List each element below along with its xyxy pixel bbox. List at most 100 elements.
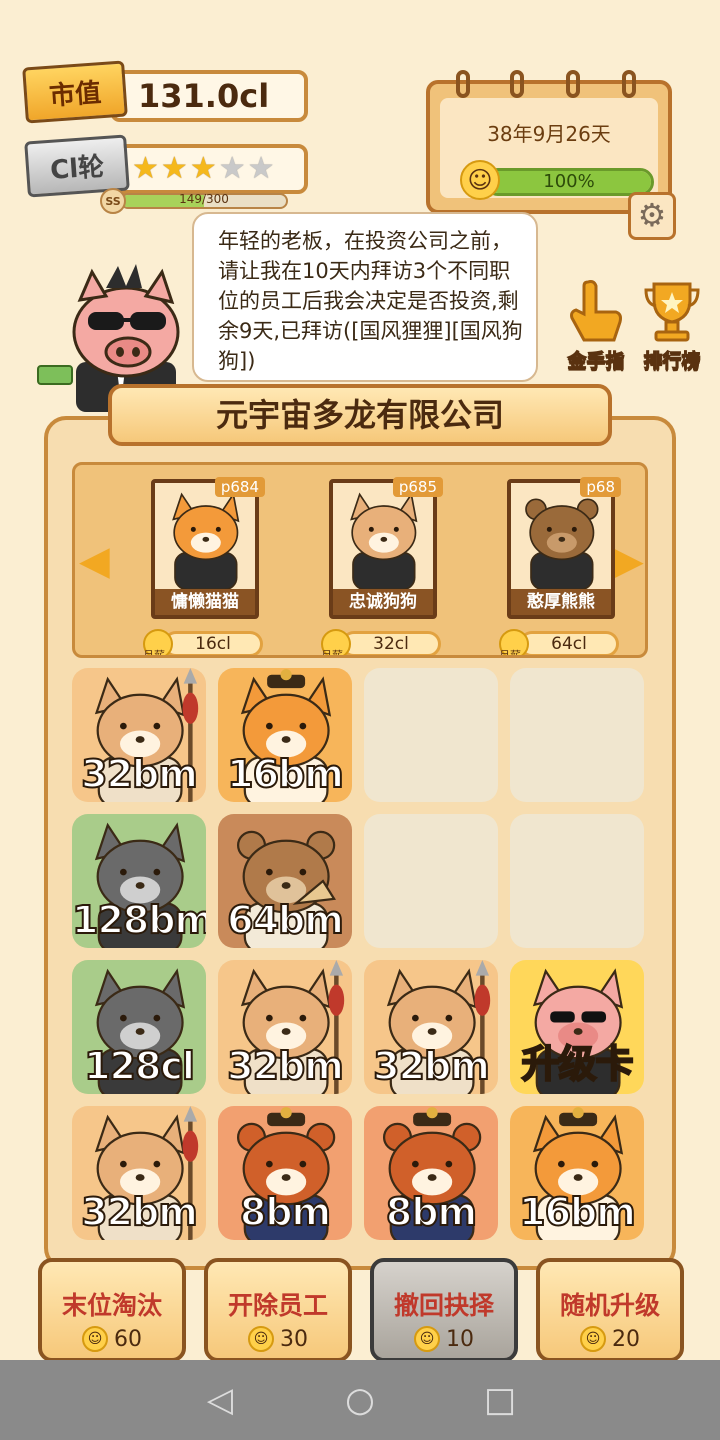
employee-value: 升级卡 bbox=[520, 1041, 634, 1087]
action-button[interactable]: 随机升级 ☺ 20 bbox=[536, 1258, 684, 1362]
employee-value: 32bm bbox=[226, 1043, 345, 1089]
candidate-id: p68 bbox=[580, 477, 621, 497]
candidate-card[interactable]: p685 忠诚狗狗 32cl 月薪 bbox=[321, 477, 443, 655]
employee-value: 128bm bbox=[72, 897, 206, 943]
candidate-salary: 64cl 月薪 bbox=[499, 629, 621, 655]
employee-grid: 32bm 16bm 128bm 64bm 128cl 32bm 32bm 升级卡… bbox=[72, 668, 648, 1252]
action-button-label: 开除员工 bbox=[227, 1291, 328, 1320]
calendar-inner: 38年9月26天 100% ☺ bbox=[440, 98, 658, 200]
investor-dialog-text: 年轻的老板，在投资公司之前，请让我在10天内拜访3个不同职位的员工后我会决定是否… bbox=[218, 229, 523, 373]
smile-icon: ☺ bbox=[580, 1326, 606, 1352]
empty-slot[interactable] bbox=[364, 814, 498, 948]
employee-value: 8bm bbox=[385, 1189, 478, 1235]
salary-value: 64cl bbox=[519, 631, 619, 655]
employee-tile[interactable]: 32bm bbox=[218, 960, 352, 1094]
calendar-date: 38年9月26天 bbox=[487, 122, 611, 146]
employee-tile[interactable]: 64bm bbox=[218, 814, 352, 948]
empty-slot[interactable] bbox=[510, 814, 644, 948]
salary-value: 16cl bbox=[163, 631, 263, 655]
action-button[interactable]: 末位淘汰 ☺ 60 bbox=[38, 1258, 186, 1362]
settings-gear-icon[interactable]: ⚙ bbox=[628, 192, 676, 240]
empty-slot[interactable] bbox=[510, 668, 644, 802]
action-cost-value: 10 bbox=[446, 1326, 474, 1352]
employee-tile[interactable]: 16bm bbox=[218, 668, 352, 802]
empty-slot[interactable] bbox=[364, 668, 498, 802]
employee-value: 64bm bbox=[226, 897, 345, 943]
candidate-card[interactable]: p68 憨厚熊熊 64cl 月薪 bbox=[499, 477, 621, 655]
trophy-icon bbox=[642, 276, 702, 346]
candidate-portrait bbox=[155, 483, 255, 589]
candidate-name: 憨厚熊熊 bbox=[511, 589, 611, 615]
employee-value: 32bm bbox=[372, 1043, 491, 1089]
salary-label: 月薪 bbox=[321, 649, 343, 658]
candidate-portrait bbox=[511, 483, 611, 589]
candidate-frame: p68 憨厚熊熊 bbox=[507, 477, 621, 619]
golden-finger-label: 金手指 bbox=[567, 350, 625, 373]
star-empty-icon: ★ bbox=[218, 151, 246, 186]
employee-value: 8bm bbox=[239, 1189, 332, 1235]
salary-label: 月薪 bbox=[143, 649, 165, 658]
investor-dialog: 年轻的老板，在投资公司之前，请让我在10天内拜访3个不同职位的员工后我会决定是否… bbox=[192, 212, 538, 382]
calendar-ring bbox=[566, 70, 580, 98]
xp-text: 149/300 bbox=[179, 192, 229, 206]
market-value-label: 市值 bbox=[48, 77, 103, 112]
action-button[interactable]: 开除员工 ☺ 30 bbox=[204, 1258, 352, 1362]
candidate-id: p684 bbox=[214, 477, 265, 497]
salary-label: 月薪 bbox=[499, 649, 521, 658]
smile-icon: ☺ bbox=[414, 1326, 440, 1352]
employee-value: 16bm bbox=[226, 751, 345, 797]
star-filled-icon: ★ bbox=[132, 151, 159, 186]
action-button-label: 随机升级 bbox=[559, 1291, 660, 1320]
star-filled-icon: ★ bbox=[189, 151, 217, 186]
company-name: 元宇宙多龙有限公司 bbox=[215, 396, 504, 434]
market-value-box: 131.0cl bbox=[110, 70, 308, 122]
candidate-salary: 32cl 月薪 bbox=[321, 629, 443, 655]
xp-bar-wrap: 149/300 SS bbox=[100, 188, 290, 214]
employee-value: 128cl bbox=[83, 1043, 196, 1089]
round-label: Cl轮 bbox=[49, 151, 106, 186]
star-filled-icon: ★ bbox=[160, 151, 188, 186]
employee-tile[interactable]: 32bm bbox=[364, 960, 498, 1094]
recents-square-icon[interactable]: □ bbox=[480, 1380, 520, 1420]
employee-tile[interactable]: 128bm bbox=[72, 814, 206, 948]
golden-finger-button[interactable]: 金手指 bbox=[558, 276, 634, 373]
carousel-left-arrow-icon[interactable]: ◀ bbox=[79, 541, 110, 581]
star-empty-icon: ★ bbox=[247, 151, 275, 186]
action-cost: ☺ 30 bbox=[208, 1326, 348, 1352]
employee-tile[interactable]: 128cl bbox=[72, 960, 206, 1094]
candidate-portrait bbox=[333, 483, 433, 589]
employee-tile[interactable]: 16bm bbox=[510, 1106, 644, 1240]
employee-tile[interactable]: 升级卡 bbox=[510, 960, 644, 1094]
calendar-ring bbox=[622, 70, 636, 98]
candidate-name: 慵懒猫猫 bbox=[155, 589, 255, 615]
employee-tile[interactable]: 8bm bbox=[364, 1106, 498, 1240]
candidate-carousel: ◀ ▶ p684 慵懒猫猫 16cl 月薪 p685 忠诚狗狗 32cl 月薪 … bbox=[72, 462, 648, 658]
candidate-card[interactable]: p684 慵懒猫猫 16cl 月薪 bbox=[143, 477, 265, 655]
employee-value: 16bm bbox=[518, 1189, 637, 1235]
leaderboard-button[interactable]: 排行榜 bbox=[634, 276, 710, 373]
pointing-hand-icon bbox=[566, 276, 626, 346]
action-cost: ☺ 60 bbox=[42, 1326, 182, 1352]
system-navbar: ◁ ○ □ bbox=[0, 1360, 720, 1440]
home-circle-icon[interactable]: ○ bbox=[340, 1380, 380, 1420]
action-cost: ☺ 10 bbox=[374, 1326, 514, 1352]
action-cost: ☺ 20 bbox=[540, 1326, 680, 1352]
market-value: 131.0cl bbox=[138, 77, 270, 115]
market-value-tag: 市值 bbox=[22, 60, 128, 124]
candidate-salary: 16cl 月薪 bbox=[143, 629, 265, 655]
employee-tile[interactable]: 32bm bbox=[72, 668, 206, 802]
smile-icon: ☺ bbox=[82, 1326, 108, 1352]
action-button[interactable]: 撤回抉择 ☺ 10 bbox=[370, 1258, 518, 1362]
action-cost-value: 30 bbox=[280, 1326, 308, 1352]
round-stars: ★ ★ ★ ★ ★ bbox=[110, 144, 308, 194]
smile-icon: ☺ bbox=[248, 1326, 274, 1352]
smile-icon: ☺ bbox=[460, 160, 500, 200]
leaderboard-label: 排行榜 bbox=[643, 350, 701, 373]
calendar-ring bbox=[456, 70, 470, 98]
level-badge: SS bbox=[100, 188, 126, 214]
employee-tile[interactable]: 32bm bbox=[72, 1106, 206, 1240]
salary-value: 32cl bbox=[341, 631, 441, 655]
employee-tile[interactable]: 8bm bbox=[218, 1106, 352, 1240]
candidate-frame: p685 忠诚狗狗 bbox=[329, 477, 443, 619]
back-triangle-icon[interactable]: ◁ bbox=[200, 1380, 240, 1420]
